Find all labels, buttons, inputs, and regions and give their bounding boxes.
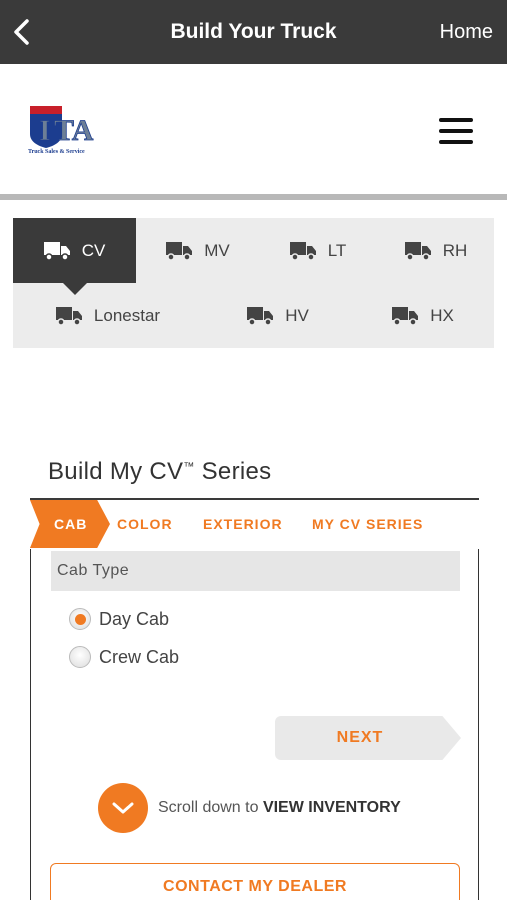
home-button[interactable]: Home xyxy=(440,0,493,64)
series-tab-hv[interactable]: HV xyxy=(223,283,333,348)
cab-options-card: Cab Type Day Cab Crew Cab NEXT Scroll do… xyxy=(30,549,479,900)
chevron-down-icon[interactable] xyxy=(98,783,148,833)
truck-icon xyxy=(404,241,431,260)
build-title: Build My CV™ Series xyxy=(48,458,271,486)
scroll-text: Scroll down to VIEW INVENTORY xyxy=(158,799,401,817)
build-title-suffix: Series xyxy=(194,458,272,485)
hamburger-menu-icon[interactable] xyxy=(439,118,473,144)
series-tab-mv[interactable]: MV xyxy=(143,218,253,283)
scroll-prefix: Scroll down to xyxy=(158,799,263,816)
series-tabs: CV MV LT RH Lonestar HV HX xyxy=(13,218,494,348)
build-title-text: Build My CV xyxy=(48,458,184,485)
site-header: I TA Truck Sales & Service xyxy=(0,64,507,194)
truck-icon xyxy=(289,241,316,260)
truck-icon xyxy=(55,306,82,325)
series-tab-label: LT xyxy=(327,240,347,260)
series-tab-cv[interactable]: CV xyxy=(13,218,136,295)
truck-icon xyxy=(43,241,70,260)
logo-subtitle: Truck Sales & Service xyxy=(28,149,85,155)
series-tab-label: Lonestar xyxy=(93,305,161,325)
series-tab-label: HX xyxy=(430,305,454,325)
radio-selected-dot xyxy=(74,613,86,625)
series-tab-rh[interactable]: RH xyxy=(378,218,494,283)
option-day-cab[interactable]: Day Cab xyxy=(69,606,169,632)
view-inventory-link[interactable]: VIEW INVENTORY xyxy=(263,799,401,816)
section-label: Cab Type xyxy=(51,551,460,591)
svg-text:TA: TA xyxy=(54,114,94,147)
contact-dealer-button[interactable]: CONTACT MY DEALER xyxy=(50,863,460,900)
radio-button[interactable] xyxy=(69,608,91,630)
step-cab[interactable]: CAB xyxy=(54,500,87,548)
truck-icon xyxy=(247,306,274,325)
step-exterior[interactable]: EXTERIOR xyxy=(203,500,283,548)
next-button[interactable]: NEXT xyxy=(275,716,461,760)
svg-text:I: I xyxy=(39,114,51,147)
logo-graphic: I TA xyxy=(30,106,94,148)
step-color[interactable]: COLOR xyxy=(117,500,173,548)
series-tab-hx[interactable]: HX xyxy=(368,283,478,348)
brand-logo[interactable]: I TA Truck Sales & Service xyxy=(26,104,110,160)
truck-icon xyxy=(392,306,419,325)
series-tab-label: RH xyxy=(442,240,468,260)
series-tab-label: HV xyxy=(285,305,309,325)
trademark-mark: ™ xyxy=(183,461,195,473)
header-divider xyxy=(0,194,507,200)
series-tab-lt[interactable]: LT xyxy=(263,218,373,283)
page-title: Build Your Truck xyxy=(170,20,337,43)
scroll-hint[interactable]: Scroll down to VIEW INVENTORY xyxy=(98,783,401,833)
option-label: Day Cab xyxy=(99,608,170,629)
option-crew-cab[interactable]: Crew Cab xyxy=(69,644,179,670)
series-tab-label: CV xyxy=(81,240,106,260)
truck-icon xyxy=(166,241,193,260)
chevron-down-glyph xyxy=(112,802,134,814)
option-label: Crew Cab xyxy=(99,646,180,667)
step-my-cv-series[interactable]: MY CV SERIES xyxy=(312,500,423,548)
series-tab-lonestar[interactable]: Lonestar xyxy=(33,283,183,348)
radio-button[interactable] xyxy=(69,646,91,668)
series-tab-label: MV xyxy=(204,240,230,260)
app-bar: Build Your Truck Home xyxy=(0,0,507,64)
